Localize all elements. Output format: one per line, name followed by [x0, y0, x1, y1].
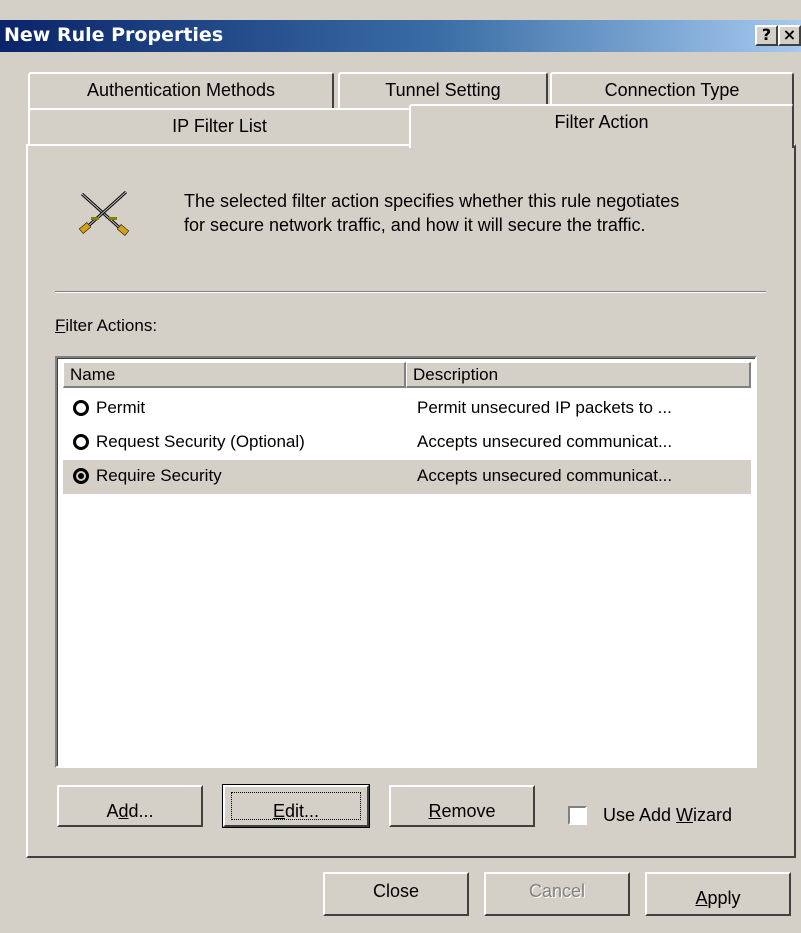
accelerator-letter: E	[272, 801, 285, 821]
label-text: ilter Actions:	[65, 316, 158, 335]
add-button[interactable]: Add...	[57, 785, 203, 827]
item-name: Require Security	[96, 466, 222, 485]
label-part: izard	[693, 805, 733, 825]
tab-label: IP Filter List	[172, 116, 267, 136]
tab-label: Tunnel Setting	[385, 80, 501, 100]
item-description: Accepts unsecured communicat...	[417, 432, 673, 451]
use-add-wizard-checkbox[interactable]	[568, 806, 587, 825]
tab-ip-filter-list[interactable]: IP Filter List	[28, 108, 411, 146]
separator	[55, 291, 766, 293]
button-label: Cancel	[528, 881, 586, 901]
accelerator-letter: R	[428, 801, 442, 821]
column-header-name[interactable]: Name	[63, 362, 406, 388]
list-item[interactable]: Permit Permit unsecured IP packets to ..…	[63, 392, 751, 426]
label-part: emove	[441, 801, 496, 821]
label-part: A	[106, 801, 119, 821]
accelerator-letter: d	[118, 801, 129, 821]
filter-actions-label: Filter Actions:	[55, 316, 157, 336]
description-line: for secure network traffic, and how it w…	[184, 215, 646, 235]
list-item-selected[interactable]: Require Security Accepts unsecured commu…	[63, 460, 751, 494]
cancel-button[interactable]: Cancel	[484, 872, 630, 916]
tab-authentication-methods[interactable]: Authentication Methods	[28, 72, 334, 110]
crossed-swords-icon	[78, 190, 130, 236]
item-name: Request Security (Optional)	[96, 432, 305, 451]
close-window-button[interactable]: ×	[778, 25, 801, 46]
label-part: d...	[128, 801, 154, 821]
filter-action-description: The selected filter action specifies whe…	[184, 189, 679, 237]
accelerator-letter: F	[55, 316, 66, 335]
button-label: Apply	[695, 881, 740, 908]
radio-button[interactable]	[73, 434, 89, 450]
radio-button[interactable]	[73, 400, 89, 416]
button-label: Edit...	[273, 794, 319, 821]
list-item[interactable]: Request Security (Optional) Accepts unse…	[63, 426, 751, 460]
tab-label: Authentication Methods	[86, 80, 276, 100]
use-add-wizard-label[interactable]: Use Add Wizard	[603, 805, 732, 826]
button-label: Remove	[428, 794, 495, 821]
radio-dot	[78, 473, 84, 479]
label-part: dit...	[285, 801, 320, 821]
item-description: Permit unsecured IP packets to ...	[417, 398, 672, 417]
accelerator-letter: A	[695, 888, 708, 908]
edit-button[interactable]: Edit...	[222, 784, 370, 828]
tab-label: Filter Action	[554, 112, 649, 132]
label-part: pply	[707, 888, 741, 908]
item-description: Accepts unsecured communicat...	[417, 466, 673, 485]
dialog-window: New Rule Properties ? × Authentication M…	[0, 0, 801, 933]
close-button[interactable]: Close	[323, 872, 469, 916]
button-label: Add...	[106, 794, 153, 821]
button-label: Close	[372, 881, 420, 901]
close-icon: ×	[782, 25, 797, 44]
title-bar[interactable]: New Rule Properties ? ×	[0, 20, 801, 52]
help-icon: ?	[761, 25, 772, 44]
label-part: Use Add	[603, 805, 677, 825]
description-line: The selected filter action specifies whe…	[184, 191, 680, 211]
window-title: New Rule Properties	[4, 24, 224, 46]
item-name: Permit	[96, 398, 146, 417]
remove-button[interactable]: Remove	[389, 785, 535, 827]
tab-label: Connection Type	[604, 80, 740, 100]
accelerator-letter: W	[676, 805, 694, 825]
column-header-description[interactable]: Description	[406, 362, 751, 388]
apply-button[interactable]: Apply	[645, 872, 791, 916]
tab-filter-action[interactable]: Filter Action	[409, 104, 794, 148]
filter-actions-list[interactable]: Name Description Permit Permit unsecured…	[55, 356, 757, 768]
radio-button-selected[interactable]	[73, 468, 89, 484]
help-button[interactable]: ?	[755, 25, 778, 46]
